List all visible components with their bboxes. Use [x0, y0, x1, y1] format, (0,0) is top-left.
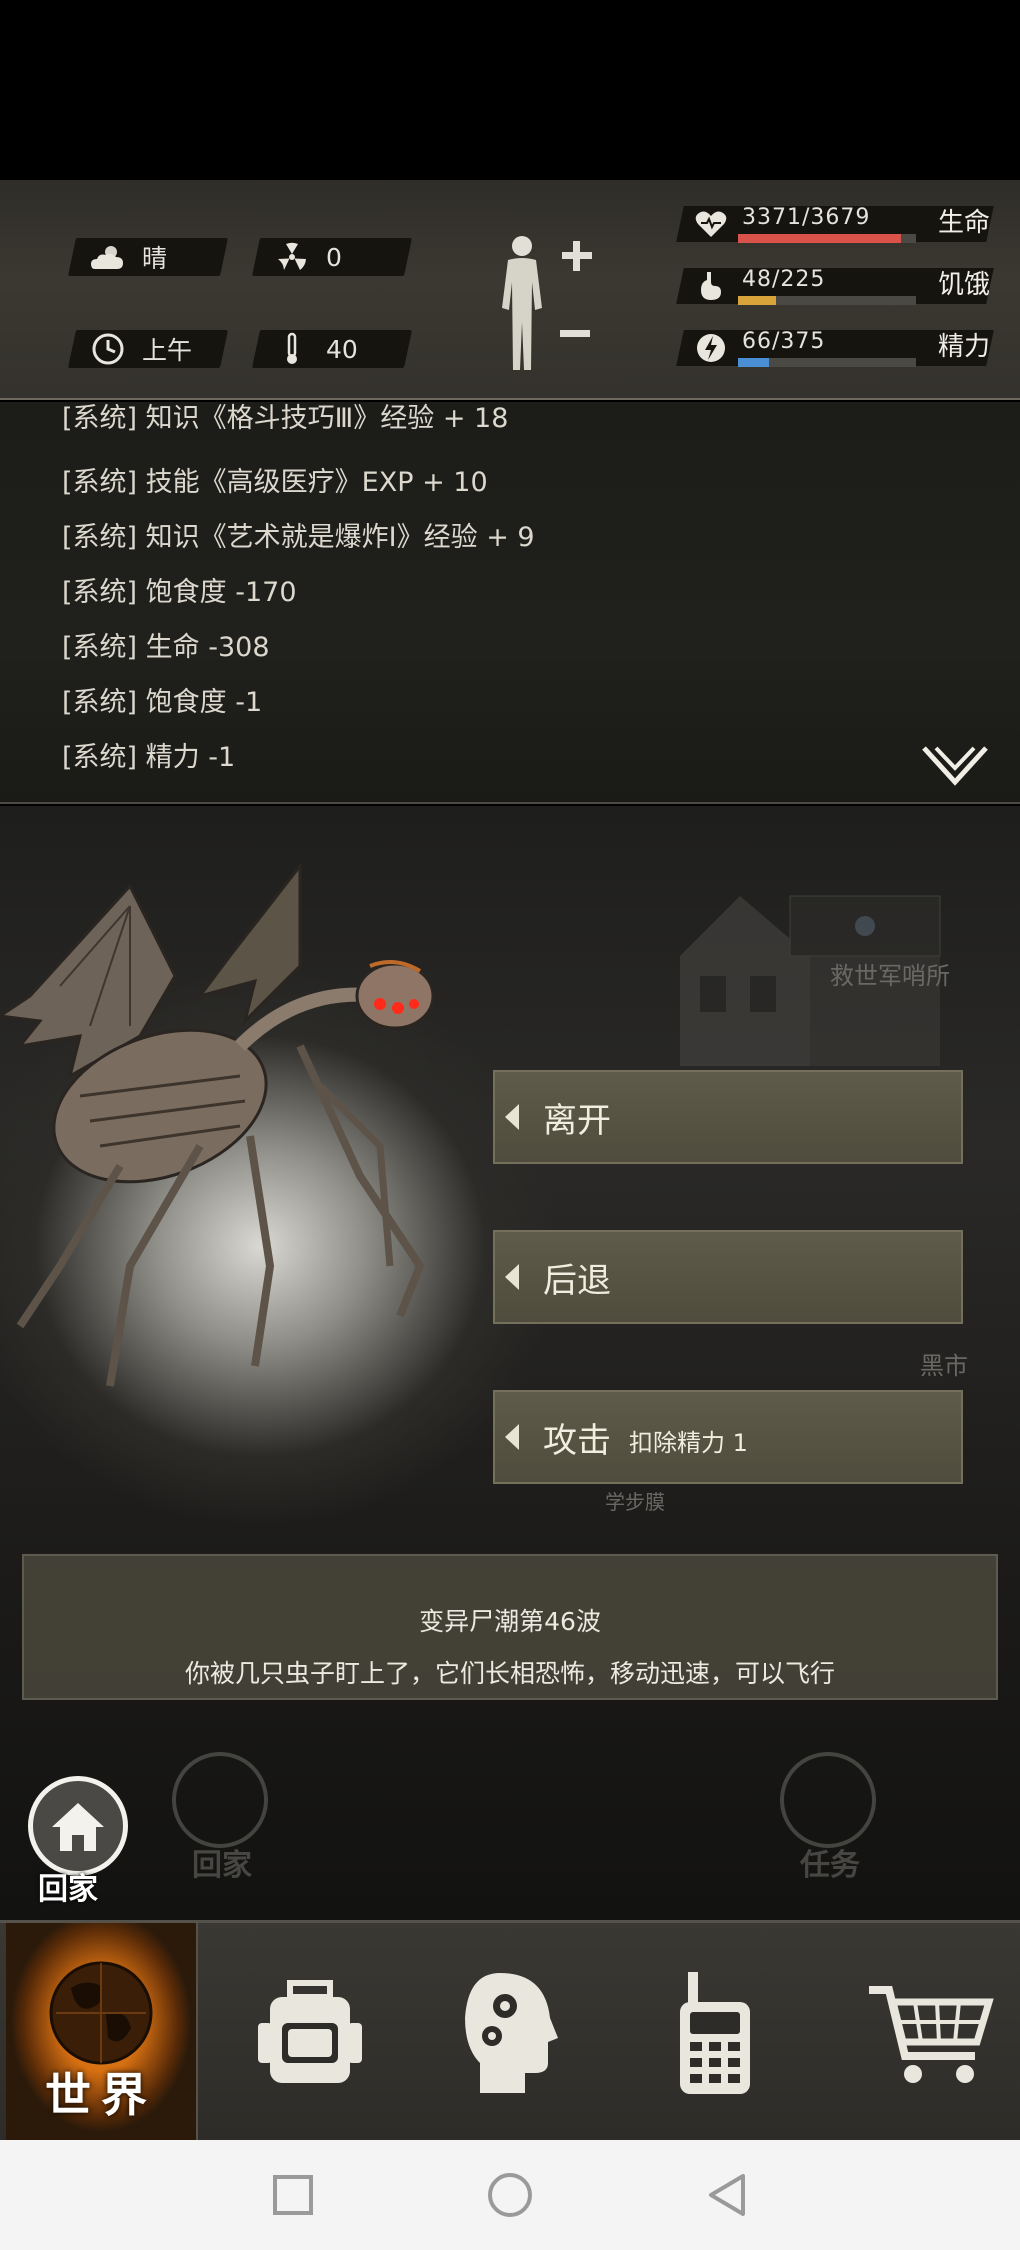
radiation-chip: 0	[251, 238, 413, 276]
faded-task-button: 任务	[780, 1752, 880, 1883]
attack-cost-text: 扣除精力 1	[629, 1428, 748, 1457]
clock-icon	[88, 332, 128, 366]
radiation-icon	[272, 240, 312, 274]
log-line: [系统] 知识《艺术就是爆炸Ⅰ》经验 + 9	[62, 522, 535, 553]
time-chip: 上午	[67, 330, 229, 368]
weather-chip: 晴	[67, 238, 229, 276]
energy-value: 66/375	[742, 329, 826, 354]
log-line: [系统] 知识《格斗技巧Ⅲ》经验 + 18	[62, 403, 509, 434]
temperature-value: 40	[326, 334, 358, 364]
radio-icon	[680, 1972, 750, 2094]
event-description-box: 变异尸潮第46波 你被几只虫子盯上了，它们长相恐怖，移动迅速，可以飞行	[22, 1554, 998, 1700]
nav-skills[interactable]	[420, 1923, 600, 2143]
event-title: 变异尸潮第46波	[419, 1607, 601, 1636]
log-line: [系统] 技能《高级医疗》EXP + 10	[62, 467, 488, 498]
log-line: [系统] 精力 -1	[62, 742, 236, 773]
heart-icon	[694, 208, 728, 240]
energy-bar	[738, 358, 916, 367]
nav-world-label: 世界	[45, 2068, 157, 2122]
weather-text: 晴	[142, 244, 168, 273]
cart-icon	[869, 1986, 994, 2083]
health-bar	[738, 234, 916, 243]
character-figure-button[interactable]	[490, 230, 600, 380]
health-stat: 3371/3679 生命	[676, 202, 1010, 244]
energy-label: 精力	[938, 332, 991, 362]
home-circle-icon[interactable]	[485, 2170, 535, 2220]
hunger-label: 饥饿	[938, 270, 991, 300]
faded-home-button: 回家	[172, 1752, 272, 1883]
time-of-day-text: 上午	[142, 336, 193, 365]
health-value: 3371/3679	[742, 205, 871, 230]
event-description: 你被几只虫子盯上了，它们长相恐怖，移动迅速，可以飞行	[184, 1659, 835, 1688]
nav-radio[interactable]	[630, 1923, 800, 2143]
encounter-scene: 救世军哨所 黑市 学步膜 离开 后退 攻击 扣除精力 1 变异尸潮第46波 你被…	[0, 806, 1020, 1920]
temperature-chip: 40	[251, 330, 413, 368]
log-line: [系统] 饱食度 -170	[62, 577, 297, 608]
retreat-button[interactable]: 后退	[493, 1230, 963, 1324]
recent-apps-square-icon[interactable]	[268, 2170, 318, 2220]
nav-shop[interactable]	[840, 1923, 1020, 2143]
cloud-sun-icon	[88, 240, 128, 274]
caret-left-icon	[505, 1104, 519, 1130]
stomach-icon	[694, 270, 728, 302]
thermometer-icon	[272, 332, 312, 366]
nav-world[interactable]: 世界	[6, 1923, 198, 2143]
message-log[interactable]: [系统] 知识《格斗技巧Ⅲ》经验 + 18 [系统] 技能《高级医疗》EXP +…	[0, 402, 1020, 804]
backpack-icon	[258, 1980, 362, 2083]
health-label: 生命	[938, 208, 991, 238]
house-icon	[52, 1803, 104, 1851]
status-panel: 晴 0 上午 40 3371/3679 生命 48/225 饥饿 66/375 …	[0, 180, 1020, 400]
hunger-stat: 48/225 饥饿	[676, 264, 1010, 306]
hunger-value: 48/225	[742, 267, 826, 292]
log-line: [系统] 生命 -308	[62, 632, 270, 663]
caret-left-icon	[505, 1264, 519, 1290]
energy-stat: 66/375 精力	[676, 326, 1010, 368]
energy-bolt-icon	[694, 332, 728, 364]
bg-location-label: 救世军哨所	[830, 962, 950, 990]
brain-gears-icon	[465, 1973, 558, 2093]
globe-icon	[49, 1961, 153, 2065]
android-navigation-bar	[0, 2140, 1020, 2250]
log-line: [系统] 饱食度 -1	[62, 687, 263, 718]
bottom-nav: 世界	[0, 1920, 1020, 2143]
back-triangle-icon[interactable]	[702, 2170, 752, 2220]
expand-log-chevron-icon[interactable]	[920, 744, 990, 788]
caret-left-icon	[505, 1424, 519, 1450]
go-home-button[interactable]: 回家	[28, 1776, 130, 1907]
attack-button[interactable]: 攻击 扣除精力 1	[493, 1390, 963, 1484]
leave-button[interactable]: 离开	[493, 1070, 963, 1164]
hunger-bar	[738, 296, 916, 305]
radiation-value: 0	[326, 242, 342, 272]
winged-mutant-bug-enemy	[0, 861, 435, 1387]
go-home-label: 回家	[38, 1872, 98, 1907]
bg-location-label: 黑市	[920, 1352, 968, 1380]
nav-backpack[interactable]	[220, 1923, 400, 2143]
bg-location-label: 学步膜	[605, 1490, 665, 1514]
